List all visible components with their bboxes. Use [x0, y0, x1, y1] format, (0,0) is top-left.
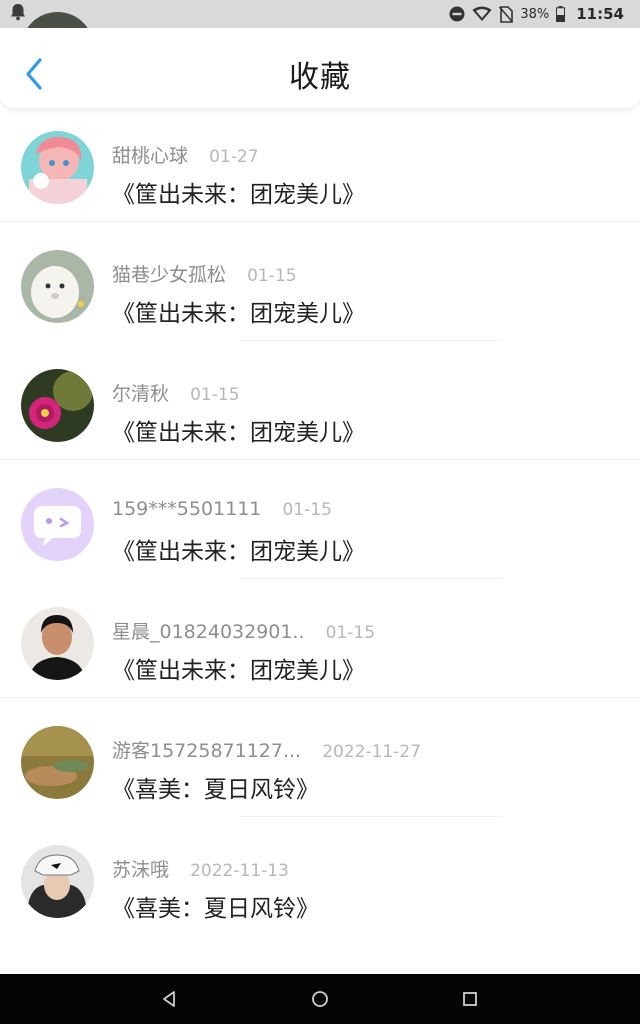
app-header: 收藏 [0, 28, 640, 108]
favorite-date: 01-15 [325, 623, 376, 643]
user-avatar [21, 131, 94, 204]
system-nav-bar [0, 974, 640, 1024]
story-title: 《筐出未来：团宠美儿》 [112, 658, 365, 684]
favorite-date: 01-15 [247, 266, 297, 286]
user-name: 尔清秋 [112, 383, 170, 405]
user-name: 星晨_01824032901.. [112, 621, 305, 643]
favorite-date: 01-15 [282, 500, 332, 520]
list-item[interactable]: 游客15725871127... 2022-11-27 《喜美：夏日风铃》 [0, 698, 640, 817]
user-name: 猫巷少女孤松 [112, 264, 227, 286]
user-name: 159***5501111 [112, 498, 262, 520]
user-avatar [21, 250, 94, 323]
user-avatar [21, 726, 94, 799]
back-triangle-icon[interactable] [160, 989, 180, 1009]
list-item[interactable]: 猫巷少女孤松 01-15 《筐出未来：团宠美儿》 [0, 222, 640, 341]
user-avatar [21, 607, 94, 680]
story-title: 《筐出未来：团宠美儿》 [112, 301, 365, 327]
user-name: 甜桃心球 [112, 145, 189, 167]
page-title: 收藏 [289, 60, 351, 95]
favorite-date: 2022-11-13 [190, 861, 289, 881]
story-title: 《筐出未来：团宠美儿》 [112, 539, 365, 565]
favorite-date: 01-27 [209, 147, 259, 167]
favorite-date: 2022-11-27 [322, 742, 421, 762]
user-avatar [21, 369, 94, 442]
list-item[interactable]: 尔清秋 01-15 《筐出未来：团宠美儿》 [0, 341, 640, 460]
user-name: 苏沫哦 [112, 859, 170, 881]
list-item[interactable]: 苏沫哦 2022-11-13 《喜美：夏日风铃》 [0, 817, 640, 936]
recents-square-icon[interactable] [460, 989, 480, 1009]
story-title: 《喜美：夏日风铃》 [112, 777, 319, 803]
home-circle-icon[interactable] [310, 989, 330, 1009]
favorites-list[interactable]: 甜桃心球 01-27 《筐出未来：团宠美儿》 猫巷少女孤松 01-15 《筐出未… [0, 0, 640, 974]
list-item[interactable]: 甜桃心球 01-27 《筐出未来：团宠美儿》 [0, 103, 640, 222]
list-item[interactable]: 159***5501111 01-15 《筐出未来：团宠美儿》 [0, 460, 640, 579]
list-item[interactable]: 星晨_01824032901.. 01-15 《筐出未来：团宠美儿》 [0, 579, 640, 698]
favorite-date: 01-15 [190, 385, 240, 405]
story-title: 《筐出未来：团宠美儿》 [112, 182, 365, 208]
user-avatar [21, 845, 94, 918]
story-title: 《喜美：夏日风铃》 [112, 896, 319, 922]
story-title: 《筐出未来：团宠美儿》 [112, 420, 365, 446]
user-avatar [21, 488, 94, 561]
user-name: 游客15725871127... [112, 740, 302, 762]
